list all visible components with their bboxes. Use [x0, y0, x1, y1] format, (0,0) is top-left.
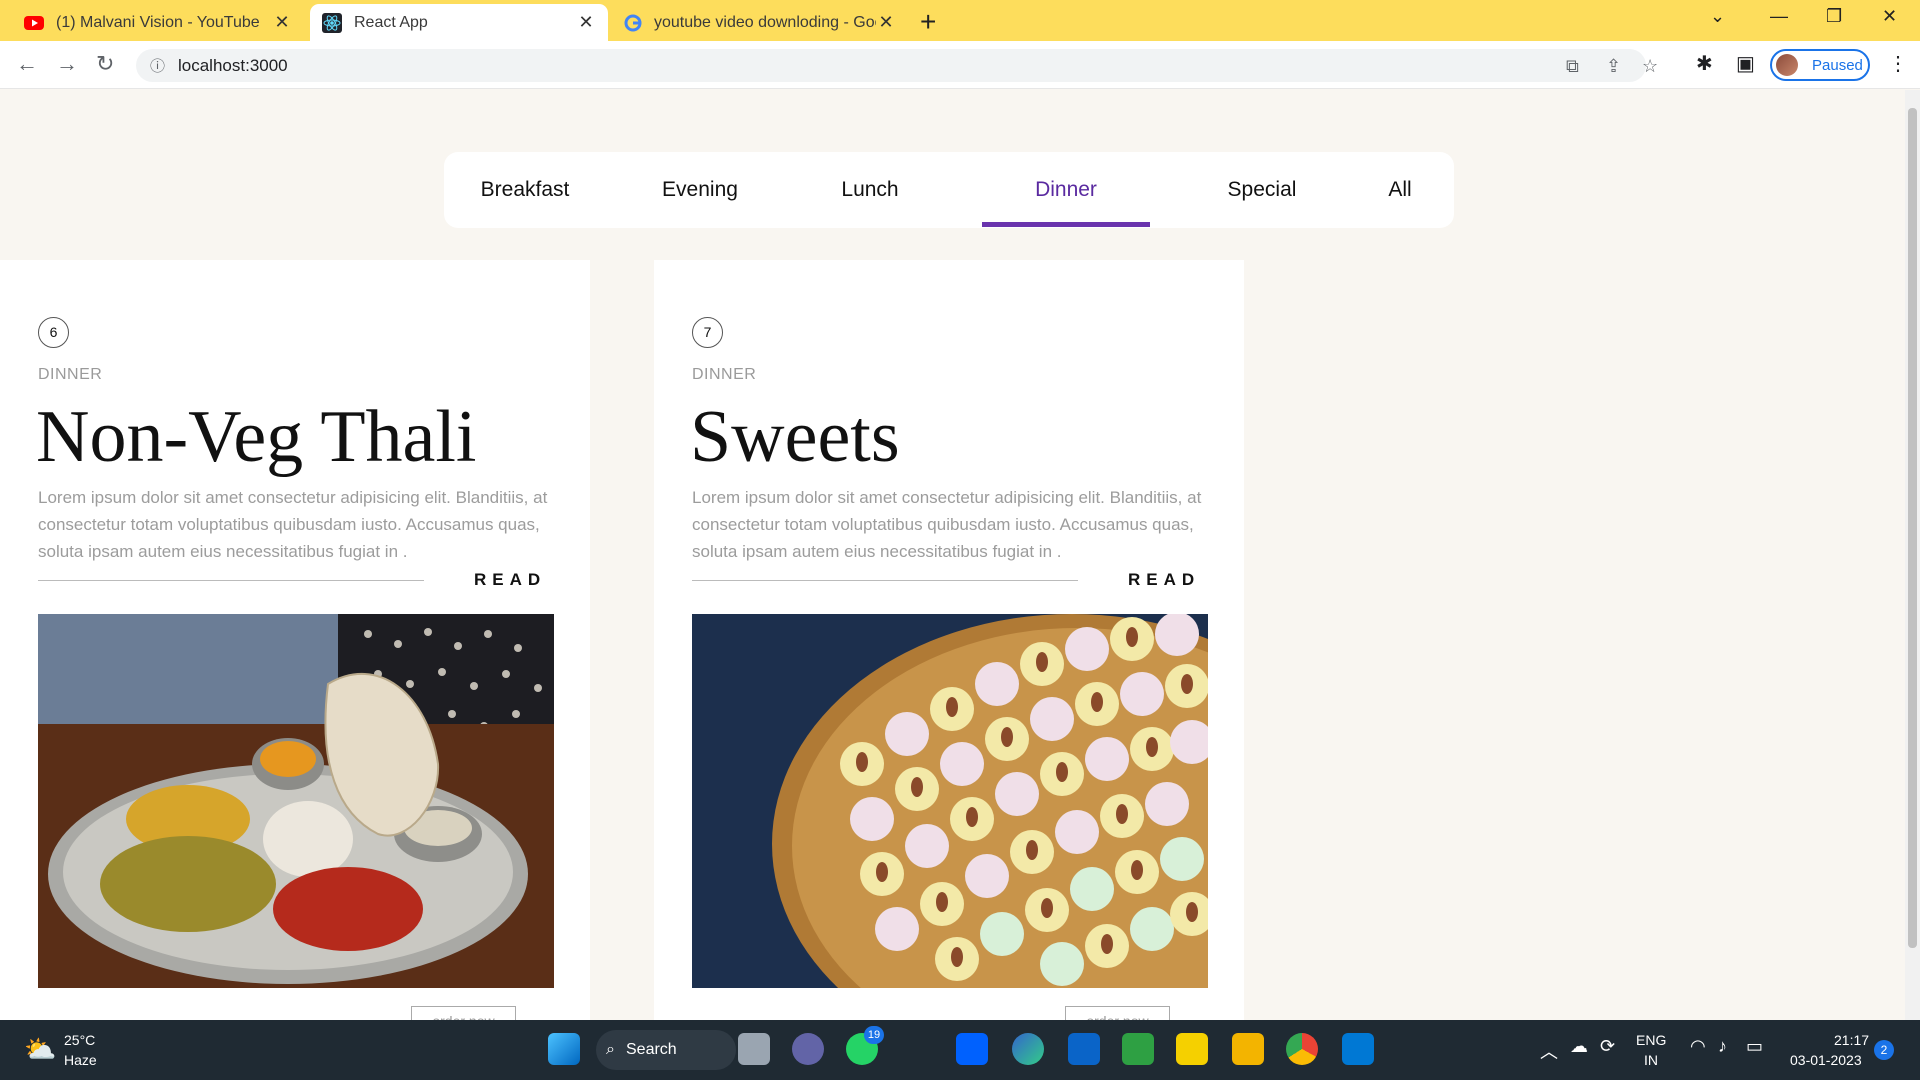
- read-link[interactable]: READ: [474, 570, 546, 590]
- tab-breakfast[interactable]: Breakfast: [462, 152, 588, 228]
- url-text[interactable]: localhost:3000: [178, 56, 288, 76]
- profile-button[interactable]: Paused: [1770, 49, 1870, 81]
- language[interactable]: ENG: [1636, 1032, 1666, 1048]
- tab-evening[interactable]: Evening: [644, 152, 756, 228]
- tab-react-app[interactable]: React App ✕: [310, 4, 608, 41]
- address-bar[interactable]: ⓘ localhost:3000 ⧉ ⇪ ☆: [136, 49, 1658, 82]
- tab-google-search[interactable]: youtube video downloding - Goo ✕: [612, 4, 908, 41]
- tab-title: React App: [354, 13, 428, 31]
- vscode-icon[interactable]: [1342, 1033, 1374, 1065]
- sticky-notes-icon[interactable]: [1176, 1033, 1208, 1065]
- close-icon[interactable]: ✕: [876, 12, 896, 33]
- react-icon: [322, 12, 342, 33]
- item-description: Lorem ipsum dolor sit amet consectetur a…: [692, 488, 1202, 561]
- tab-youtube[interactable]: (1) Malvani Vision - YouTube ✕: [12, 4, 304, 41]
- divider: [38, 580, 424, 581]
- item-description: Lorem ipsum dolor sit amet consectetur a…: [38, 488, 548, 561]
- share-icon[interactable]: ⇪: [1606, 56, 1621, 77]
- sweets-image: [692, 614, 1208, 988]
- extensions-icon[interactable]: ✱: [1696, 51, 1713, 76]
- close-icon[interactable]: ✕: [576, 12, 596, 33]
- search-icon: ⌕: [606, 1041, 615, 1058]
- site-info-icon[interactable]: ⓘ: [150, 55, 165, 76]
- read-link[interactable]: READ: [1128, 570, 1200, 590]
- chevron-up-icon[interactable]: ︿: [1540, 1038, 1558, 1064]
- tab-title: youtube video downloding - Goo: [654, 13, 876, 31]
- taskbar-search[interactable]: ⌕ Search: [596, 1030, 736, 1070]
- item-title: Non-Veg Thali: [36, 396, 477, 478]
- weather-temp[interactable]: 25°C: [64, 1032, 95, 1048]
- tab-all[interactable]: All: [1366, 152, 1434, 228]
- new-tab-button[interactable]: +: [920, 6, 936, 38]
- tab-special[interactable]: Special: [1200, 152, 1324, 228]
- tab-dinner[interactable]: Dinner: [984, 152, 1148, 228]
- tab-strip: (1) Malvani Vision - YouTube ✕ React App…: [0, 0, 1920, 41]
- file-explorer-icon[interactable]: [1232, 1033, 1264, 1065]
- sync-icon[interactable]: ⟳: [1600, 1036, 1615, 1057]
- minimize-icon[interactable]: —: [1770, 6, 1788, 27]
- item-number-badge: 7: [692, 317, 723, 348]
- order-now-button[interactable]: order now: [1065, 1006, 1170, 1020]
- task-view-icon[interactable]: [738, 1033, 770, 1065]
- windows-taskbar: ⛅ 25°C Haze ⌕ Search 19 ︿ ☁ ⟳ ENG IN ◠ ♪…: [0, 1020, 1920, 1080]
- order-now-button[interactable]: order now: [411, 1006, 516, 1020]
- volume-icon[interactable]: ♪: [1718, 1036, 1727, 1057]
- google-icon: [624, 14, 642, 31]
- chrome-icon[interactable]: [1286, 1033, 1318, 1065]
- item-title: Sweets: [690, 396, 900, 478]
- item-number-badge: 6: [38, 317, 69, 348]
- scrollbar-thumb[interactable]: [1908, 108, 1917, 948]
- more-menu-icon[interactable]: ⋮: [1888, 51, 1908, 76]
- bookmark-star-icon[interactable]: ☆: [1642, 56, 1658, 77]
- youtube-icon: [24, 15, 44, 30]
- restore-icon[interactable]: ❐: [1826, 6, 1842, 27]
- close-icon[interactable]: ✕: [272, 12, 292, 33]
- active-tab-indicator: [982, 222, 1150, 227]
- reload-icon[interactable]: ↻: [96, 51, 114, 77]
- back-icon[interactable]: ←: [16, 51, 38, 77]
- divider: [692, 580, 1078, 581]
- window-close-icon[interactable]: ✕: [1882, 6, 1897, 27]
- side-panel-icon[interactable]: ▣: [1736, 51, 1755, 76]
- translate-icon[interactable]: ⧉: [1566, 56, 1579, 77]
- tab-lunch[interactable]: Lunch: [820, 152, 920, 228]
- region[interactable]: IN: [1644, 1052, 1658, 1068]
- menu-card: 6 DINNER Non-Veg Thali Lorem ipsum dolor…: [0, 260, 590, 1020]
- weather-desc[interactable]: Haze: [64, 1052, 97, 1068]
- clock-time[interactable]: 21:17: [1834, 1032, 1869, 1048]
- clock-date[interactable]: 03-01-2023: [1790, 1052, 1862, 1068]
- battery-icon[interactable]: ▭: [1746, 1036, 1763, 1057]
- browser-toolbar: ← → ↻ ⓘ localhost:3000 ⧉ ⇪ ☆ ✱ ▣ Paused …: [0, 41, 1920, 89]
- page-scrollbar[interactable]: [1905, 90, 1920, 1020]
- tab-title: (1) Malvani Vision - YouTube: [56, 13, 260, 31]
- tab-search-chevron-icon[interactable]: ⌄: [1710, 6, 1725, 27]
- category-nav: Breakfast Evening Lunch Dinner Special A…: [444, 152, 1454, 228]
- menu-card: 7 DINNER Sweets Lorem ipsum dolor sit am…: [654, 260, 1244, 1020]
- profile-status: Paused: [1812, 56, 1863, 74]
- weather-icon[interactable]: ⛅: [24, 1034, 56, 1065]
- dropbox-icon[interactable]: [956, 1033, 988, 1065]
- thali-image: [38, 614, 554, 988]
- mail-icon[interactable]: [1068, 1033, 1100, 1065]
- item-category: DINNER: [38, 366, 103, 383]
- item-category: DINNER: [692, 366, 757, 383]
- windows-start-icon[interactable]: [548, 1033, 580, 1065]
- wifi-icon[interactable]: ◠: [1690, 1036, 1706, 1057]
- forward-icon[interactable]: →: [56, 51, 78, 77]
- camtasia-icon[interactable]: [1122, 1033, 1154, 1065]
- whatsapp-badge: 19: [864, 1026, 884, 1044]
- avatar: [1776, 54, 1798, 76]
- notification-badge[interactable]: 2: [1874, 1040, 1894, 1060]
- page-content: Breakfast Evening Lunch Dinner Special A…: [0, 90, 1905, 1020]
- search-label: Search: [626, 1041, 677, 1058]
- onedrive-icon[interactable]: ☁: [1570, 1036, 1588, 1057]
- edge-icon[interactable]: [1012, 1033, 1044, 1065]
- teams-chat-icon[interactable]: [792, 1033, 824, 1065]
